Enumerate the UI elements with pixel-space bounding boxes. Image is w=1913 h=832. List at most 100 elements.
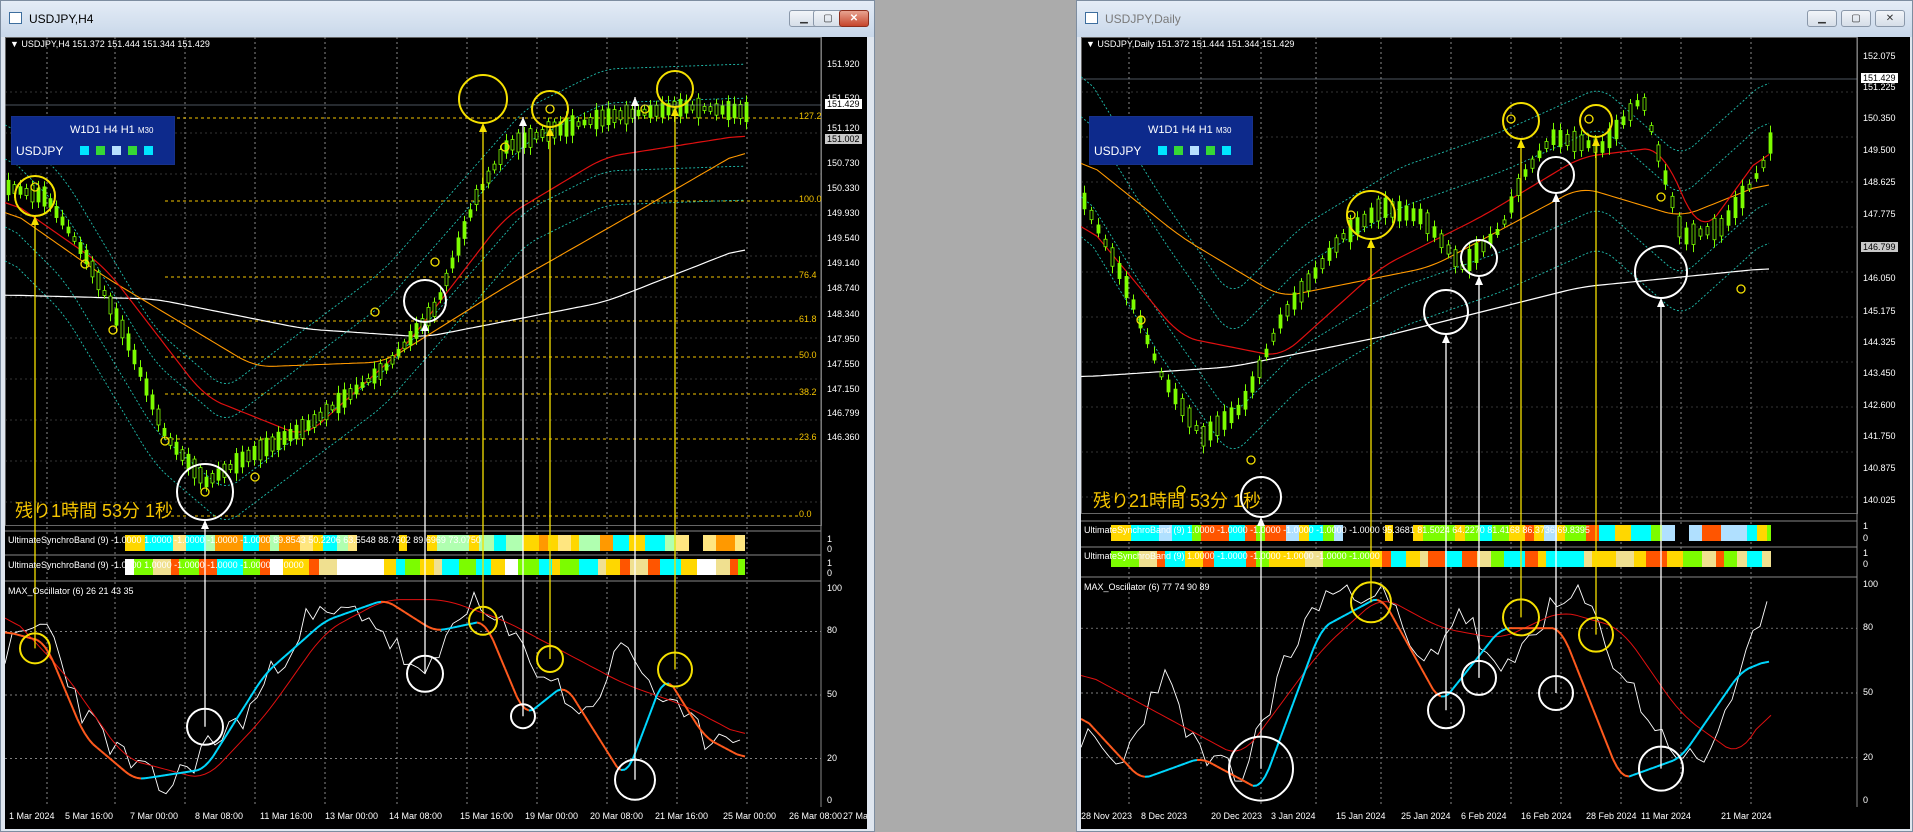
- oscillator-main: [472, 621, 478, 625]
- synchro-band-segment: [598, 559, 606, 575]
- candle-body: [1138, 315, 1143, 329]
- candle-body: [192, 458, 197, 479]
- oscillator-main: [1708, 711, 1714, 719]
- oscillator-main: [272, 662, 278, 668]
- oscillator-main: [636, 737, 642, 749]
- synchro-band-segment: [560, 559, 579, 575]
- close-button[interactable]: ✕: [839, 10, 869, 27]
- title-bar[interactable]: USDJPY,H4 ▁ ▢ ✕: [1, 1, 874, 37]
- synchro-band-segment: [1721, 525, 1734, 541]
- candle-body: [1278, 314, 1283, 329]
- indicator-axis-label: 0: [827, 568, 833, 578]
- candle-body: [180, 449, 185, 461]
- oscillator-main: [1400, 631, 1406, 640]
- status-square: [1190, 146, 1199, 155]
- synchro-band-segment: [579, 535, 600, 551]
- oscillator-main: [1192, 758, 1198, 762]
- arrow-head: [1552, 193, 1560, 202]
- oscillator-axis-label: 100: [1863, 579, 1879, 589]
- oscillator-main: [1104, 739, 1110, 746]
- oscillator-main: [1456, 677, 1462, 685]
- candle-body: [516, 132, 521, 153]
- daily-chart-window[interactable]: USDJPY,Daily ▁ ▢ ✕ ▼ USDJPY,Daily 151.37…: [1076, 0, 1913, 832]
- candle-body: [1313, 267, 1318, 279]
- oscillator-main: [300, 637, 306, 643]
- oscillator-main: [132, 775, 138, 779]
- oscillator-main: [1096, 731, 1102, 737]
- oscillator-main: [368, 602, 374, 607]
- candle-body: [588, 117, 593, 125]
- time-axis-label: 20 Mar 08:00: [590, 811, 644, 821]
- oscillator-main: [1492, 633, 1498, 639]
- candle-body: [150, 394, 155, 410]
- candle-body: [1446, 244, 1451, 255]
- oscillator-main: [40, 641, 46, 648]
- candle-body: [96, 271, 101, 291]
- synchro-band-segment: [319, 559, 337, 575]
- oscillator-main: [516, 696, 522, 705]
- price-axis-label: 147.775: [1863, 209, 1896, 219]
- oscillator-main: [316, 623, 322, 629]
- chart-area[interactable]: ▼ USDJPY,Daily 151.372 151.444 151.344 1…: [1081, 37, 1910, 829]
- candle-body: [18, 186, 23, 195]
- candle-body: [60, 216, 65, 226]
- oscillator-main: [1620, 771, 1626, 777]
- oscillator-main: [496, 649, 502, 660]
- candle-body: [1397, 201, 1402, 222]
- h4-chart-window[interactable]: USDJPY,H4 ▁ ▢ ✕ ▼ USDJPY,H4 151.372 151.…: [0, 0, 875, 832]
- oscillator-main: [1308, 649, 1314, 661]
- oscillator-main: [1584, 688, 1590, 700]
- candle-body: [1614, 119, 1619, 140]
- oscillator-main: [1176, 764, 1182, 768]
- oscillator-main: [432, 627, 438, 631]
- minimize-button[interactable]: ▁: [1807, 10, 1837, 27]
- oscillator-main: [724, 747, 730, 752]
- oscillator-main: [1500, 628, 1506, 633]
- candle-body: [1334, 237, 1339, 253]
- candle-body: [1481, 239, 1486, 253]
- oscillator-main: [1164, 768, 1170, 772]
- price-axis-label: 141.750: [1863, 431, 1896, 441]
- maximize-button[interactable]: ▢: [1841, 10, 1871, 27]
- synchro-band-segment: [396, 559, 405, 575]
- oscillator-main: [1604, 738, 1610, 750]
- oscillator-main: [68, 698, 74, 710]
- candle-body: [654, 104, 659, 117]
- oscillator-main: [1292, 692, 1298, 705]
- oscillator-main: [564, 689, 570, 694]
- candle-body: [1362, 213, 1367, 228]
- oscillator-main: [1644, 768, 1650, 772]
- candle-body: [1719, 218, 1724, 237]
- close-button[interactable]: ✕: [1875, 10, 1905, 27]
- oscillator-main: [176, 771, 182, 775]
- title-bar[interactable]: USDJPY,Daily ▁ ▢ ✕: [1077, 1, 1912, 37]
- candle-body: [1698, 228, 1703, 237]
- synchro-band-segment: [579, 559, 598, 575]
- oscillator-main: [512, 687, 518, 698]
- oscillator-main: [1632, 772, 1638, 777]
- candle-body: [42, 186, 47, 207]
- candle-body: [438, 292, 443, 300]
- candle-body: [1145, 334, 1150, 345]
- oscillator-main: [12, 632, 18, 636]
- chart-area[interactable]: ▼ USDJPY,H4 151.372 151.444 151.344 151.…: [5, 37, 867, 829]
- oscillator-main: [500, 658, 506, 669]
- oscillator-main: [1696, 728, 1702, 736]
- oscillator-main: [1612, 758, 1618, 768]
- signal-dot: [545, 104, 555, 114]
- oscillator-main: [648, 705, 654, 717]
- oscillator-main: [544, 696, 550, 702]
- synchro-band-segment: [1382, 551, 1391, 567]
- indicator-axis-label: 1: [1863, 548, 1869, 558]
- candle-body: [1166, 379, 1171, 393]
- candle-body: [720, 105, 725, 115]
- price-axis-label: 151.002: [825, 134, 862, 144]
- oscillator-main: [592, 728, 598, 736]
- synchro-band-segment: [697, 559, 716, 575]
- price-axis-label: 148.340: [827, 309, 860, 319]
- candle-body: [1124, 276, 1129, 298]
- signal-circle: [1502, 102, 1540, 140]
- status-square: [1158, 146, 1167, 155]
- oscillator-main: [184, 770, 190, 774]
- candle-body: [1761, 159, 1766, 169]
